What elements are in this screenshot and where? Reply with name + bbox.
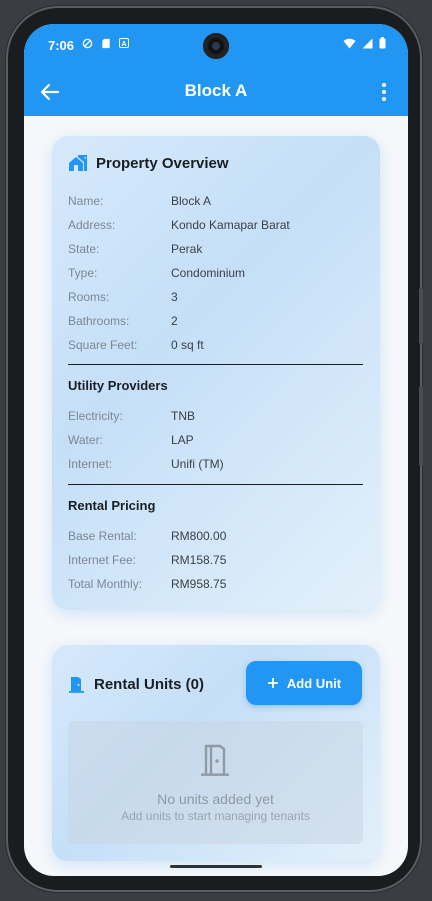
field-value: 3 [171, 290, 178, 304]
field-value: LAP [171, 433, 194, 447]
rental-units-title: Rental Units (0) [94, 675, 205, 693]
power-button [419, 288, 423, 344]
field-label: Bathrooms: [68, 314, 130, 328]
status-right-icons [343, 37, 386, 49]
field-label: Square Feet: [68, 338, 138, 352]
app-bar: Block A [24, 68, 408, 116]
front-camera [203, 33, 229, 59]
rental-units-card: Rental Units (0) Add Unit No units added… [52, 645, 380, 861]
divider [68, 364, 363, 365]
app-notification-icon: A [119, 38, 129, 48]
svg-text:A: A [121, 41, 126, 48]
status-bar: 7:06 A [24, 24, 408, 68]
vpn-icon [82, 38, 93, 49]
field-value: Perak [171, 242, 203, 256]
page-title: Block A [184, 81, 248, 100]
overview-title: Property Overview [96, 154, 229, 172]
overview-header: Property Overview [68, 154, 229, 172]
add-unit-button[interactable]: Add Unit [246, 661, 362, 705]
rental-pricing-title: Rental Pricing [68, 498, 156, 513]
field-value: RM158.75 [171, 553, 227, 567]
field-label: Type: [68, 266, 98, 280]
field-label: Electricity: [68, 409, 123, 423]
field-label: Internet: [68, 457, 113, 471]
field-value: RM958.75 [171, 577, 227, 591]
more-vert-icon[interactable] [372, 80, 396, 104]
field-value: Block A [171, 194, 212, 208]
empty-title: No units added yet [157, 791, 274, 807]
door-icon [69, 677, 84, 693]
door-outline-icon [201, 744, 229, 776]
field-value: TNB [171, 409, 195, 423]
signal-icon [362, 38, 373, 48]
field-label: Total Monthly: [68, 577, 143, 591]
field-label: Water: [68, 433, 103, 447]
add-unit-label: Add Unit [286, 675, 342, 691]
field-label: Internet Fee: [68, 553, 137, 567]
volume-button [419, 386, 423, 466]
empty-state: No units added yet Add units to start ma… [68, 721, 363, 844]
field-value: Condominium [171, 266, 246, 280]
field-value: Kondo Kamapar Barat [171, 218, 290, 232]
home-indicator[interactable] [170, 865, 262, 868]
sd-card-icon [102, 38, 110, 49]
field-label: Address: [68, 218, 116, 232]
field-label: State: [68, 242, 100, 256]
property-overview-card: Property Overview Name: Block A Address:… [52, 136, 380, 610]
field-label: Rooms: [68, 290, 110, 304]
empty-subtitle: Add units to start managing tenants [121, 809, 310, 823]
plus-icon [267, 678, 278, 688]
screen: 7:06 A Block A Property Overview Name: B… [24, 24, 408, 876]
status-time: 7:06 [48, 38, 75, 53]
utility-providers-title: Utility Providers [68, 378, 168, 393]
wifi-icon [343, 38, 356, 48]
battery-icon [379, 37, 386, 49]
field-value: Unifi (TM) [171, 457, 224, 471]
field-label: Name: [68, 194, 104, 208]
field-value: 0 sq ft [171, 338, 204, 352]
units-header: Rental Units (0) [68, 675, 204, 693]
home-work-icon [69, 155, 87, 171]
field-value: RM800.00 [171, 529, 227, 543]
divider [68, 484, 363, 485]
status-left-icons: A [82, 38, 129, 49]
field-value: 2 [171, 314, 178, 328]
field-label: Base Rental: [68, 529, 137, 543]
